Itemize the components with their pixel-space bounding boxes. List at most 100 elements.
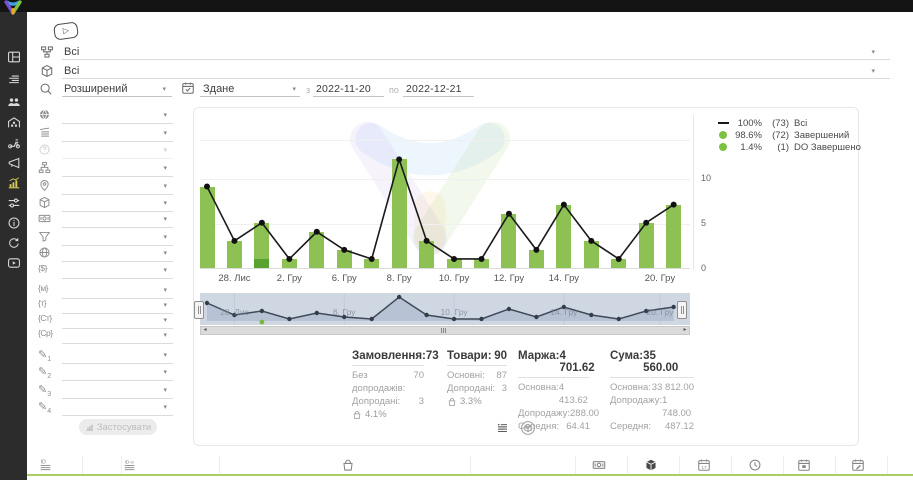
stat-subrow-value: 33 812.00 (652, 381, 694, 394)
brand-logo-icon[interactable] (3, 0, 23, 16)
side-filter-row-4: ▾ (36, 161, 176, 178)
navigator-left-handle[interactable] (194, 301, 204, 319)
text:{Ст}-icon: {Ст} (38, 313, 52, 323)
date-type-select[interactable]: Здане ▾ (200, 82, 300, 97)
side-filter-select[interactable]: ▾ (62, 196, 173, 212)
y-axis-label: 0 (701, 263, 719, 273)
stat-subrow-value: 3 (419, 395, 424, 408)
toggle-product-view[interactable] (520, 420, 536, 441)
search-mode-select[interactable]: Розширений ▾ (62, 82, 172, 97)
svg-text:17: 17 (701, 465, 707, 471)
column-separator (219, 456, 220, 474)
toggle-report-view[interactable] (496, 422, 509, 440)
sliders-icon (7, 196, 21, 210)
chevron-down-icon: ▾ (163, 234, 167, 241)
sidebar-item-analytics[interactable] (0, 174, 27, 192)
bar-segment-done (419, 241, 434, 268)
navigator-chart[interactable]: 28. Лис6. Гру10. Гру14. Гру20. Гру (200, 293, 690, 325)
id-o-lines-icon: ID-o (124, 458, 138, 472)
chart-gridline (200, 224, 690, 225)
scroll-left-arrow-icon[interactable]: ◂ (200, 326, 210, 335)
side-filter-row-18: ✎4 ▾ (36, 400, 176, 417)
side-filter-select[interactable]: ▾ (62, 212, 173, 228)
side-filter-select[interactable]: ▾ (62, 246, 173, 262)
side-filter-select[interactable]: ▾ (62, 328, 173, 344)
side-filter-select[interactable]: ▾ (62, 263, 173, 279)
underline (62, 58, 890, 60)
apply-button[interactable]: Застосувати (79, 419, 157, 435)
stat-subrow-value: 1 748.00 (662, 394, 694, 420)
sidebar-item-marketing[interactable] (0, 154, 27, 172)
sidebar-item-dashboard[interactable] (0, 48, 27, 66)
text:{т}-icon: {т} (38, 298, 46, 308)
date-from-input[interactable]: 2022-11-20 (313, 82, 384, 97)
pencil:4-icon: ✎4 (38, 400, 51, 415)
column-separator (627, 456, 628, 474)
side-filter-select[interactable]: ▾ (62, 283, 173, 299)
filter-row-1-select[interactable]: Всі ▾ (62, 45, 890, 60)
side-filter-select[interactable]: ▾ (62, 313, 173, 329)
sidebar-item-video[interactable] (0, 254, 27, 272)
navigator-right-handle[interactable] (677, 301, 687, 319)
search-icon (39, 82, 53, 96)
side-filter-row-9: ▾ (36, 246, 176, 263)
stat-subrow-value: 4.1% (365, 408, 387, 421)
svg-text:20. Гру: 20. Гру (646, 307, 674, 317)
side-filter-select[interactable]: ▾ (62, 108, 173, 124)
sidebar-item-clients[interactable] (0, 93, 27, 111)
chevron-down-icon: ▾ (162, 86, 166, 93)
video-tutorial-button[interactable]: ▷ (53, 21, 79, 40)
funnel-lines-icon (38, 126, 51, 139)
scroll-grip[interactable] (437, 328, 449, 333)
stat-header-value: 90 (494, 350, 507, 362)
side-filter-select[interactable]: ▾ (62, 161, 173, 177)
side-filter-select[interactable]: ▾ (62, 143, 173, 159)
sidebar-item-settings[interactable] (0, 194, 27, 212)
date-to-input[interactable]: 2022-12-21 (403, 82, 474, 97)
stat-subrow-label: Основна: (610, 381, 651, 394)
side-filter-select[interactable]: ▾ (62, 298, 173, 314)
funnel-icon (38, 230, 51, 243)
text:{Ср}-icon: {Ср} (38, 328, 53, 338)
svg-text:6. Гру: 6. Гру (333, 307, 356, 317)
package-solid-icon (644, 458, 658, 472)
filter-row-2-select[interactable]: Всі ▾ (62, 64, 890, 79)
side-filter-select[interactable]: ▾ (62, 179, 173, 195)
legend-count: (72) (762, 130, 789, 141)
legend-item[interactable]: 98.6%(72)Завершений (716, 129, 849, 141)
sidebar-item-orders[interactable] (0, 71, 27, 89)
sidebar-item-info[interactable] (0, 214, 27, 232)
sidebar-item-warehouse[interactable] (0, 114, 27, 132)
legend-item[interactable]: 1.4%(1)DO Завершено (716, 141, 861, 153)
side-filter-select[interactable]: ▾ (62, 230, 173, 246)
sidebar-item-sync[interactable] (0, 234, 27, 252)
side-filter-select[interactable]: ▾ (62, 400, 173, 416)
date-from-value: 2022-11-20 (316, 83, 371, 95)
filter-row-2-value: Всі (64, 65, 79, 77)
chart-gridline (200, 268, 690, 269)
scroll-right-arrow-icon[interactable]: ▸ (680, 326, 690, 335)
stat-subrow: Допродажу:1 748.00 (610, 394, 694, 420)
side-filter-select[interactable]: ▾ (62, 365, 173, 381)
side-filter-select[interactable]: ▾ (62, 126, 173, 142)
bar-segment-done (200, 187, 215, 268)
sidebar-item-delivery[interactable] (0, 134, 27, 152)
stat-subrow: Допродані:3 (447, 382, 507, 395)
banknote-icon (38, 212, 51, 225)
stat-subrow: Без допродажів:70 (352, 369, 424, 395)
id-lines-icon: ID (40, 458, 54, 472)
stat-header: Маржа:4 701.62 (518, 350, 590, 378)
legend-item[interactable]: 100%(73)Всі (716, 117, 807, 129)
source-filter-icon (40, 45, 54, 59)
y-axis-label: 10 (701, 173, 719, 183)
side-filter-select[interactable]: ▾ (62, 348, 173, 364)
legend-label: Завершений (794, 130, 849, 141)
calendar-edit-icon (851, 458, 865, 472)
legend-count: (1) (762, 142, 789, 153)
bar-segment-done (364, 259, 379, 268)
side-filter-select[interactable]: ▾ (62, 383, 173, 399)
legend-dot-swatch (716, 131, 730, 139)
legend-count: (73) (762, 118, 789, 129)
y-axis-label: 5 (701, 218, 719, 228)
x-axis-label: 10. Гру (439, 273, 469, 284)
